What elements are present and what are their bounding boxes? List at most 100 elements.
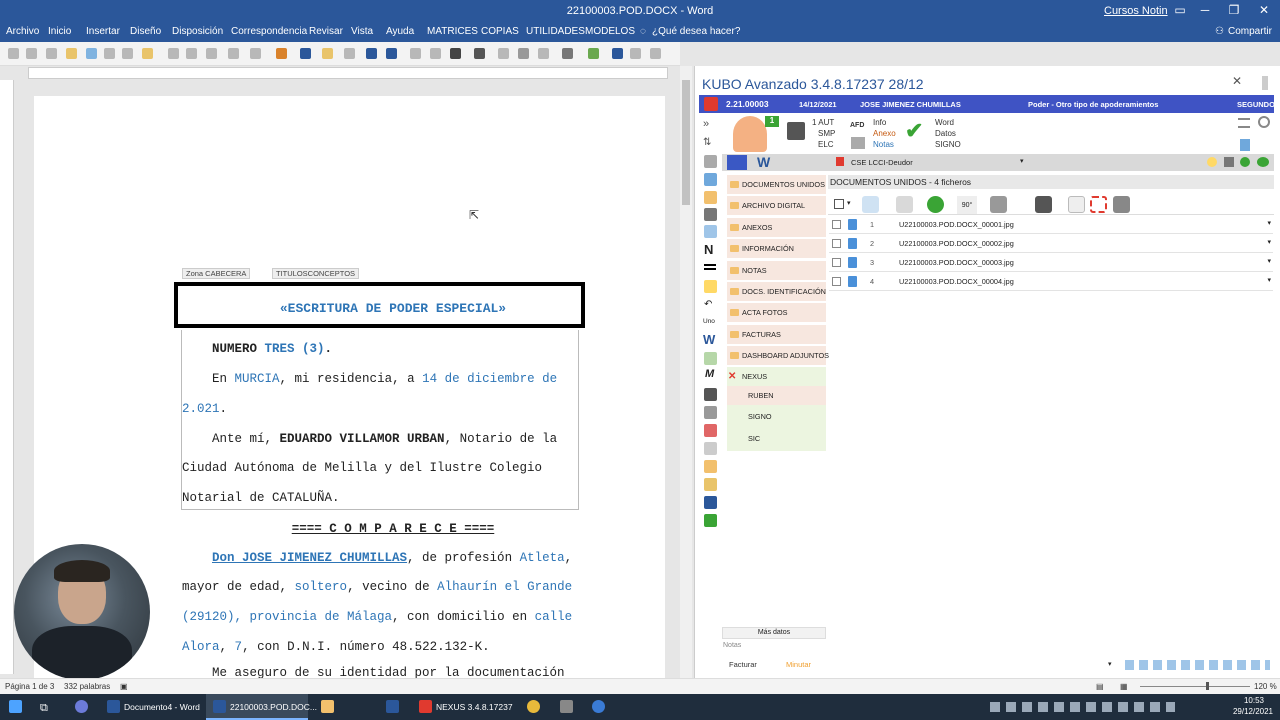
chrome-icon[interactable] [527,700,540,713]
zoom-level[interactable]: 120 % [1254,682,1277,691]
nav-ruben[interactable]: RUBEN [727,386,826,405]
tool-icon[interactable] [8,48,19,59]
nav-nexus[interactable]: NEXUS [742,372,767,381]
taskbar-item[interactable]: 22100003.POD.DOC... [230,694,317,720]
taskbar-item[interactable]: NEXUS 3.4.8.17237 [436,694,513,720]
cse-select[interactable]: CSE LCCI-Deudor [851,158,913,167]
file-row[interactable]: 2 U22100003.POD.DOCX_00002.jpg ▾ [829,235,1273,253]
app-icon[interactable] [75,700,88,713]
word-app-icon[interactable]: W [757,154,770,170]
word-count[interactable]: 332 palabras [64,682,110,691]
side-uno-label[interactable]: Uno [703,318,715,325]
file-row[interactable]: 3 U22100003.POD.DOCX_00003.jpg ▾ [829,254,1273,272]
menu-icon[interactable] [1238,118,1250,128]
find-icon[interactable] [386,48,397,59]
side-clipboard-icon[interactable] [704,460,717,473]
side-print-icon[interactable] [704,388,717,401]
save-icon[interactable] [1224,157,1234,167]
nav-informacion[interactable]: INFORMACIÓN [727,239,826,258]
nav-documentos-unidos[interactable]: DOCUMENTOS UNIDOS [727,175,826,194]
undo-icon[interactable] [344,48,355,59]
redo-icon[interactable] [366,48,377,59]
close-icon[interactable]: ✕ [1254,3,1274,17]
file-checkbox[interactable] [832,220,841,229]
tool-icon[interactable] [588,48,599,59]
task-view-icon[interactable]: ⧉ [40,694,48,720]
menu-revisar[interactable]: Revisar [309,26,343,37]
nav-acta-fotos[interactable]: ACTA FOTOS [727,303,826,322]
indent-icon[interactable] [450,48,461,59]
minutar-button[interactable]: Minutar [786,660,811,669]
scroll-thumb[interactable] [682,80,690,205]
side-save-icon[interactable] [704,208,717,221]
side-lines-icon[interactable] [704,264,716,270]
share-button[interactable]: Compartir [1228,26,1272,37]
menu-inicio[interactable]: Inicio [48,26,71,37]
menu-ayuda[interactable]: Ayuda [386,26,414,37]
sort-icon[interactable]: ⇅ [703,137,711,148]
tool-icon[interactable] [86,48,97,59]
menu-insertar[interactable]: Insertar [86,26,120,37]
tool-icon[interactable] [300,48,311,59]
file-checkbox[interactable] [832,239,841,248]
strike-icon[interactable] [206,48,217,59]
search-icon[interactable] [1258,116,1270,128]
cse-dropdown-icon[interactable]: ▾ [1020,157,1024,165]
file-checkbox[interactable] [832,258,841,267]
zone-header-tag[interactable]: Zona CABECERA [182,268,251,279]
vertical-ruler[interactable] [0,80,14,674]
side-n-icon[interactable]: N [704,242,713,257]
tool-icon[interactable] [538,48,549,59]
user-name[interactable]: Cursos Notin [1104,5,1168,17]
page-view-icon[interactable] [518,48,529,59]
nav-anexos[interactable]: ANEXOS [727,218,826,237]
clip-icon[interactable] [896,196,913,213]
select-dropdown-icon[interactable]: ▾ [847,199,851,207]
rotate-button[interactable]: 90° [957,196,977,214]
open-icon[interactable] [66,48,77,59]
flag-icon[interactable] [727,155,747,170]
menu-utilidades[interactable]: UTILIDADES [526,26,585,37]
file-dropdown-icon[interactable]: ▾ [1267,276,1271,284]
save-icon[interactable] [26,48,37,59]
notas-field[interactable]: Notas [723,642,826,656]
printer-icon[interactable] [787,122,805,140]
nav-sic[interactable]: SIC [727,429,826,448]
export-icon[interactable] [1240,139,1250,151]
side-word-icon[interactable]: W [703,332,715,347]
bottom-dropdown-icon[interactable]: ▾ [1108,660,1112,668]
side-folder-icon[interactable] [704,191,717,204]
kubo-scroll-icon[interactable] [1262,76,1268,90]
minimize-icon[interactable]: ─ [1195,3,1215,17]
taskbar-item[interactable]: Documento4 - Word [124,694,200,720]
word-block[interactable]: Word Datos SIGNO [935,117,961,150]
file-dropdown-icon[interactable]: ▾ [1267,257,1271,265]
side-pencil-icon[interactable] [704,280,717,293]
menu-copias[interactable]: COPIAS [481,26,519,37]
file-row[interactable]: 4 U22100003.POD.DOCX_00004.jpg ▾ [829,273,1273,291]
tool-icon[interactable] [612,48,623,59]
ribbon-display-icon[interactable]: ▭ [1170,3,1190,17]
refresh-icon[interactable] [1257,157,1269,167]
side-undo-icon[interactable]: ↶ [704,299,712,310]
bulb-icon[interactable] [1207,157,1217,167]
collapse-icon[interactable]: » [703,118,709,130]
menu-modelos[interactable]: MODELOS [585,26,635,37]
align-icon[interactable] [410,48,421,59]
facturar-button[interactable]: Facturar [729,660,757,669]
side-tool-icon[interactable] [704,225,717,238]
tool-icon[interactable] [474,48,485,59]
nav-facturas[interactable]: FACTURAS [727,325,826,344]
tool-icon[interactable] [630,48,641,59]
nav-archivo-digital[interactable]: ARCHIVO DIGITAL [727,196,826,215]
info-block[interactable]: Info Anexo Notas [873,117,896,150]
brush-icon[interactable] [276,48,287,59]
print-icon[interactable] [122,48,133,59]
side-pen-icon[interactable] [704,478,717,491]
kubo-close-icon[interactable]: ✕ [1232,74,1242,88]
menu-matrices[interactable]: MATRICES [427,26,478,37]
folder-icon[interactable] [142,48,153,59]
mas-datos-button[interactable]: Más datos [722,627,826,639]
app-icon[interactable] [592,700,605,713]
paste-icon[interactable] [322,48,333,59]
